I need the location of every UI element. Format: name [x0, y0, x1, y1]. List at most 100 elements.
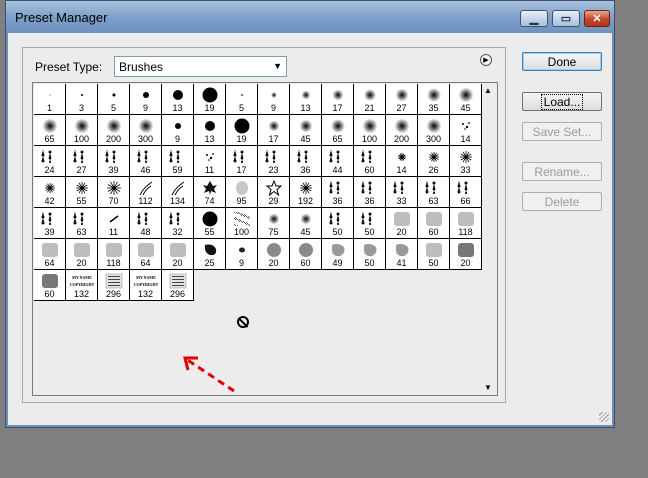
brush-preset-thumbnail[interactable]: 100	[354, 115, 386, 146]
brush-preset-thumbnail[interactable]: 60	[354, 146, 386, 177]
brush-preset-thumbnail[interactable]: 100	[226, 208, 258, 239]
brush-preset-thumbnail[interactable]: 20	[66, 239, 98, 270]
minimize-button[interactable]: ▁	[520, 10, 548, 27]
brush-preset-thumbnail[interactable]: 60	[34, 270, 66, 301]
scroll-up-icon[interactable]: ▲	[484, 86, 492, 95]
brush-preset-thumbnail[interactable]: 17	[226, 146, 258, 177]
maximize-button[interactable]: ▭	[552, 10, 580, 27]
brush-list[interactable]: 1 3 5 9 13 19 5 9 13 17 21 27 35 45 65 100 200 300 9 13 19 17…	[32, 82, 498, 396]
brush-preset-thumbnail[interactable]: 33	[386, 177, 418, 208]
brush-preset-thumbnail[interactable]: 9	[226, 239, 258, 270]
brush-preset-thumbnail[interactable]: 296	[162, 270, 194, 301]
preset-type-select[interactable]: Brushes ▼	[114, 56, 287, 77]
brush-preset-thumbnail[interactable]: 17	[258, 115, 290, 146]
brush-preset-thumbnail[interactable]: 118	[450, 208, 482, 239]
brush-preset-thumbnail[interactable]: 21	[354, 84, 386, 115]
brush-preset-thumbnail[interactable]: 49	[322, 239, 354, 270]
brush-preset-thumbnail[interactable]: 300	[418, 115, 450, 146]
brush-preset-thumbnail[interactable]: 300	[130, 115, 162, 146]
brush-preset-thumbnail[interactable]: 36	[354, 177, 386, 208]
brush-preset-thumbnail[interactable]: 65	[322, 115, 354, 146]
brush-preset-thumbnail[interactable]: 50	[354, 239, 386, 270]
brush-preset-thumbnail[interactable]: 55	[194, 208, 226, 239]
brush-preset-thumbnail[interactable]: 50	[354, 208, 386, 239]
brush-preset-thumbnail[interactable]: 74	[194, 177, 226, 208]
brush-preset-thumbnail[interactable]: 39	[34, 208, 66, 239]
brush-preset-thumbnail[interactable]: MY NAME COPYRIGHT 132	[130, 270, 162, 301]
scroll-down-icon[interactable]: ▼	[484, 383, 492, 392]
brush-preset-thumbnail[interactable]: 13	[290, 84, 322, 115]
brush-preset-thumbnail[interactable]: 20	[450, 239, 482, 270]
brush-preset-thumbnail[interactable]: 11	[98, 208, 130, 239]
brush-preset-thumbnail[interactable]: 36	[322, 177, 354, 208]
brush-preset-thumbnail[interactable]: 70	[98, 177, 130, 208]
brush-preset-thumbnail[interactable]: 45	[290, 208, 322, 239]
brush-preset-thumbnail[interactable]: 5	[226, 84, 258, 115]
brush-preset-thumbnail[interactable]: 50	[418, 239, 450, 270]
rename-button[interactable]: Rename...	[522, 162, 602, 181]
vertical-scrollbar[interactable]: ▲ ▼	[482, 83, 497, 395]
brush-preset-thumbnail[interactable]: 100	[66, 115, 98, 146]
brush-preset-thumbnail[interactable]: 36	[290, 146, 322, 177]
brush-preset-thumbnail[interactable]: 200	[98, 115, 130, 146]
brush-preset-thumbnail[interactable]: 50	[322, 208, 354, 239]
brush-preset-thumbnail[interactable]: 48	[130, 208, 162, 239]
brush-preset-thumbnail[interactable]: 9	[130, 84, 162, 115]
brush-preset-thumbnail[interactable]: 75	[258, 208, 290, 239]
brush-preset-thumbnail[interactable]: 64	[130, 239, 162, 270]
brush-preset-thumbnail[interactable]: 192	[290, 177, 322, 208]
brush-preset-thumbnail[interactable]: 3	[66, 84, 98, 115]
save-set-button[interactable]: Save Set...	[522, 122, 602, 141]
brush-preset-thumbnail[interactable]: 66	[450, 177, 482, 208]
brush-preset-thumbnail[interactable]: 39	[98, 146, 130, 177]
brush-preset-thumbnail[interactable]: 112	[130, 177, 162, 208]
brush-preset-thumbnail[interactable]: 1	[34, 84, 66, 115]
brush-preset-thumbnail[interactable]: 45	[450, 84, 482, 115]
brush-preset-thumbnail[interactable]: 20	[162, 239, 194, 270]
brush-preset-thumbnail[interactable]: 19	[226, 115, 258, 146]
brush-preset-thumbnail[interactable]: 44	[322, 146, 354, 177]
brush-preset-thumbnail[interactable]: 95	[226, 177, 258, 208]
brush-preset-thumbnail[interactable]: 14	[386, 146, 418, 177]
brush-preset-thumbnail[interactable]: 14	[450, 115, 482, 146]
brush-preset-thumbnail[interactable]: 42	[34, 177, 66, 208]
delete-button[interactable]: Delete	[522, 192, 602, 211]
load-button[interactable]: Load...	[522, 92, 602, 111]
brush-preset-thumbnail[interactable]: 64	[34, 239, 66, 270]
brush-preset-thumbnail[interactable]: 27	[386, 84, 418, 115]
brush-preset-thumbnail[interactable]: 63	[66, 208, 98, 239]
brush-preset-thumbnail[interactable]: 24	[34, 146, 66, 177]
title-bar[interactable]: Preset Manager ▁ ▭ ✕	[6, 1, 614, 33]
brush-preset-thumbnail[interactable]: 13	[194, 115, 226, 146]
brush-preset-thumbnail[interactable]: 29	[258, 177, 290, 208]
resize-grip-icon[interactable]	[599, 412, 609, 422]
brush-preset-thumbnail[interactable]: 32	[162, 208, 194, 239]
brush-preset-thumbnail[interactable]: 60	[290, 239, 322, 270]
brush-preset-thumbnail[interactable]: 296	[98, 270, 130, 301]
brush-preset-thumbnail[interactable]: 41	[386, 239, 418, 270]
brush-preset-thumbnail[interactable]: 11	[194, 146, 226, 177]
panel-menu-arrow-icon[interactable]: ▶	[480, 54, 492, 66]
brush-preset-thumbnail[interactable]: 20	[386, 208, 418, 239]
brush-preset-thumbnail[interactable]: 17	[322, 84, 354, 115]
brush-preset-thumbnail[interactable]: 59	[162, 146, 194, 177]
brush-preset-thumbnail[interactable]: 13	[162, 84, 194, 115]
brush-preset-thumbnail[interactable]: 33	[450, 146, 482, 177]
brush-preset-thumbnail[interactable]: 46	[130, 146, 162, 177]
done-button[interactable]: Done	[522, 52, 602, 71]
brush-preset-thumbnail[interactable]: 19	[194, 84, 226, 115]
brush-preset-thumbnail[interactable]: 9	[162, 115, 194, 146]
brush-preset-thumbnail[interactable]: MY NAME COPYRIGHT 132	[66, 270, 98, 301]
brush-preset-thumbnail[interactable]: 55	[66, 177, 98, 208]
brush-preset-thumbnail[interactable]: 5	[98, 84, 130, 115]
brush-preset-thumbnail[interactable]: 200	[386, 115, 418, 146]
brush-preset-thumbnail[interactable]: 65	[34, 115, 66, 146]
brush-preset-thumbnail[interactable]: 9	[258, 84, 290, 115]
brush-preset-thumbnail[interactable]: 134	[162, 177, 194, 208]
brush-preset-thumbnail[interactable]: 26	[418, 146, 450, 177]
brush-preset-thumbnail[interactable]: 27	[66, 146, 98, 177]
brush-preset-thumbnail[interactable]: 25	[194, 239, 226, 270]
brush-preset-thumbnail[interactable]: 45	[290, 115, 322, 146]
brush-preset-thumbnail[interactable]: 23	[258, 146, 290, 177]
brush-preset-thumbnail[interactable]: 63	[418, 177, 450, 208]
